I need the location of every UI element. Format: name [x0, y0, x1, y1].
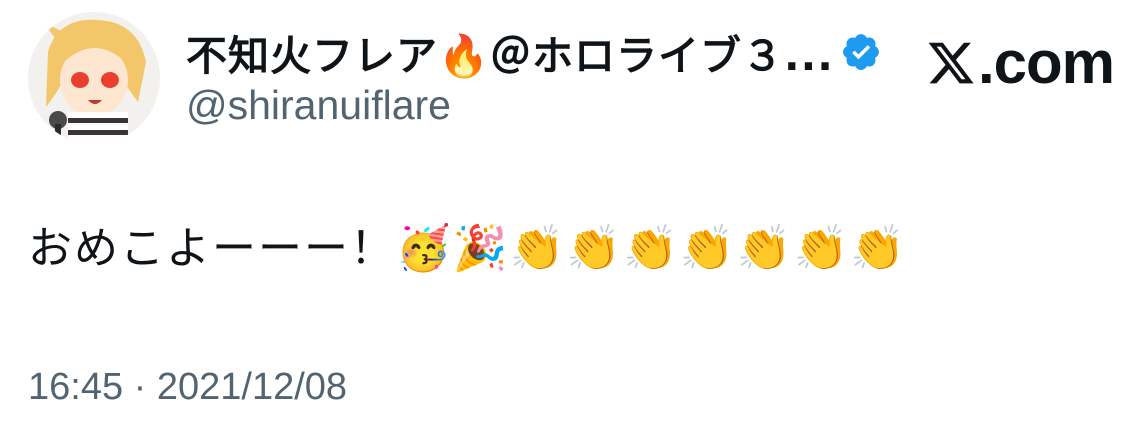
avatar[interactable] — [28, 12, 160, 144]
brand-logo[interactable]: .com — [926, 28, 1115, 97]
author-name-row[interactable]: 不知火フレア🔥＠ホロライブ３... — [186, 22, 882, 82]
anime-avatar-icon — [28, 12, 160, 144]
author-display-name[interactable]: 不知火フレア🔥＠ホロライブ３... — [186, 22, 834, 82]
tweet-text: おめこよーーー！🥳🎉👏👏👏👏👏👏👏 — [28, 223, 908, 274]
tweet-timestamp[interactable]: 16:45 · 2021/12/08 — [28, 366, 347, 409]
verified-badge-icon — [840, 31, 882, 73]
brand-label: .com — [977, 29, 1115, 96]
x-logo-icon — [926, 38, 976, 88]
author-handle[interactable]: @shiranuiflare — [186, 82, 451, 129]
